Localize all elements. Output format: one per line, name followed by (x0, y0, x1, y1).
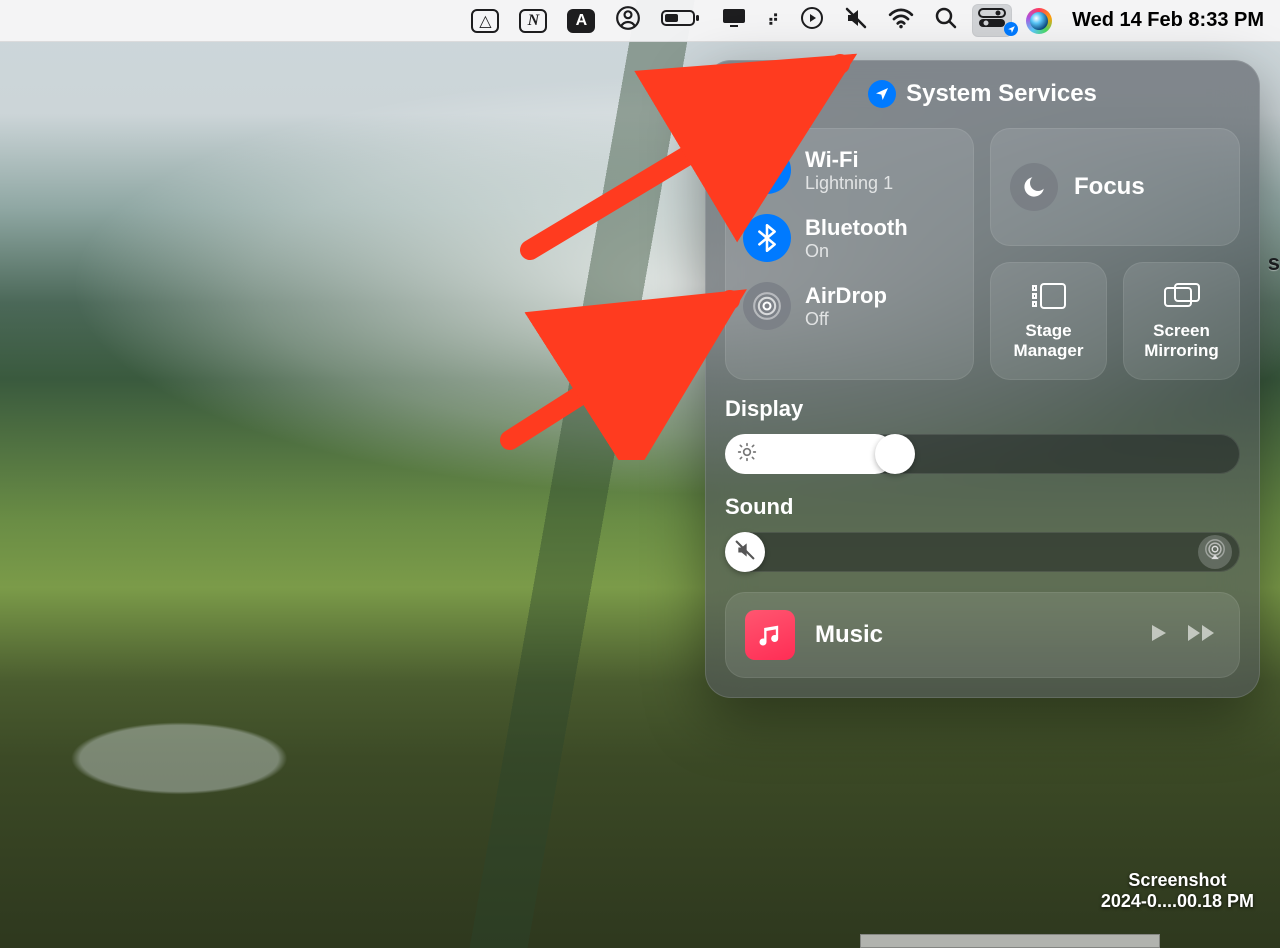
location-arrow-icon (868, 80, 896, 108)
wifi-status: Lightning 1 (805, 173, 893, 194)
control-center-icon (978, 8, 1006, 33)
music-tile[interactable]: Music (725, 592, 1240, 678)
slider-fill (725, 434, 895, 474)
sound-knob[interactable] (725, 532, 765, 572)
menu-extra-drive[interactable]: △ (465, 5, 505, 37)
stage-manager-label: Stage Manager (998, 321, 1099, 360)
menu-extra-sound[interactable] (838, 2, 874, 39)
wifi-icon (888, 7, 914, 34)
volume-muted-icon (844, 6, 868, 35)
menu-extra-anki[interactable]: A (561, 5, 601, 37)
screen-mirroring-icon (1163, 282, 1201, 315)
file-name-line1: Screenshot (1101, 870, 1254, 891)
focus-title: Focus (1074, 173, 1145, 201)
menu-bar: △ N A ⠞ (0, 0, 1280, 42)
focus-tile[interactable]: Focus (990, 128, 1240, 246)
file-name-line2: 2024-0....00.18 PM (1101, 891, 1254, 912)
system-services-title: System Services (906, 80, 1097, 108)
siri-icon (1026, 8, 1052, 34)
play-circle-icon (800, 6, 824, 35)
sound-volume-slider[interactable] (725, 532, 1240, 572)
sound-section: Sound (725, 494, 1240, 572)
menu-extra-battery[interactable] (655, 4, 707, 37)
next-track-button[interactable] (1186, 621, 1220, 650)
notion-icon: N (519, 9, 547, 33)
bluetooth-status: On (805, 241, 908, 262)
bluetooth-icon (743, 214, 791, 262)
brightness-icon (737, 442, 757, 467)
location-indicator-icon (1004, 22, 1018, 36)
letter-a-icon: A (567, 9, 595, 33)
airplay-icon (1204, 539, 1226, 566)
control-center-header[interactable]: System Services (725, 80, 1240, 108)
music-title-label: Music (815, 621, 1126, 649)
menu-extra-display[interactable] (715, 3, 753, 38)
menubar-datetime[interactable]: Wed 14 Feb 8:33 PM (1066, 9, 1264, 32)
slider-knob[interactable] (875, 434, 915, 474)
sound-title: Sound (725, 494, 1240, 520)
menu-extra-tailscale[interactable]: ⠞ (761, 7, 786, 35)
bluetooth-title: Bluetooth (805, 215, 908, 241)
airdrop-toggle[interactable]: AirDrop Off (743, 278, 956, 334)
display-icon (721, 7, 747, 34)
moon-icon (1010, 163, 1058, 211)
airdrop-title: AirDrop (805, 283, 887, 309)
airdrop-status: Off (805, 309, 887, 330)
wifi-title: Wi-Fi (805, 147, 893, 173)
stage-manager-tile[interactable]: Stage Manager (990, 262, 1107, 380)
play-button[interactable] (1146, 621, 1170, 650)
menu-extra-now-playing[interactable] (794, 2, 830, 39)
bluetooth-toggle[interactable]: Bluetooth On (743, 210, 956, 266)
triangle-icon: △ (471, 9, 499, 33)
display-title: Display (725, 396, 1240, 422)
airplay-audio-button[interactable] (1198, 535, 1232, 569)
volume-muted-icon (735, 540, 755, 565)
search-icon (934, 6, 958, 35)
airdrop-icon (743, 282, 791, 330)
menu-extra-wifi[interactable] (882, 3, 920, 38)
desktop-file-screenshot[interactable]: Screenshot 2024-0....00.18 PM (1101, 870, 1254, 912)
menu-extra-spotlight[interactable] (928, 2, 964, 39)
dots-grid-icon: ⠞ (767, 11, 780, 31)
wifi-toggle[interactable]: Wi-Fi Lightning 1 (743, 142, 956, 198)
display-section: Display (725, 396, 1240, 474)
screen-mirroring-tile[interactable]: Screen Mirroring (1123, 262, 1240, 380)
wifi-icon (743, 146, 791, 194)
user-circle-icon (615, 5, 641, 36)
screen-mirroring-label: Screen Mirroring (1131, 321, 1232, 360)
menu-extra-control-center[interactable] (972, 4, 1012, 37)
apple-music-icon (745, 610, 795, 660)
control-center-panel: System Services Wi-Fi Lightning 1 Blueto… (705, 60, 1260, 698)
display-brightness-slider[interactable] (725, 434, 1240, 474)
menu-extra-notion[interactable]: N (513, 5, 553, 37)
connectivity-tile: Wi-Fi Lightning 1 Bluetooth On AirDrop (725, 128, 974, 380)
battery-icon (661, 8, 701, 33)
menu-extra-user[interactable] (609, 1, 647, 40)
stage-manager-icon (1031, 282, 1067, 315)
cropped-window-edge (860, 934, 1160, 948)
menu-extra-siri[interactable] (1020, 4, 1058, 38)
edge-cropped-text: s (1268, 250, 1280, 276)
